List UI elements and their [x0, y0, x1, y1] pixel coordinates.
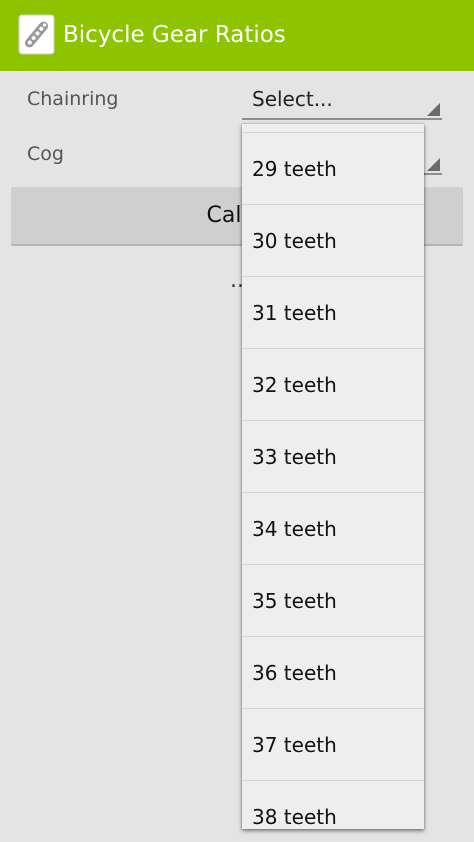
dropdown-item[interactable]: 35 teeth	[242, 564, 424, 636]
app-title: Bicycle Gear Ratios	[63, 22, 286, 48]
dropdown-item[interactable]: 31 teeth	[242, 276, 424, 348]
dropdown-item[interactable]: 36 teeth	[242, 636, 424, 708]
dropdown-item[interactable]: 30 teeth	[242, 204, 424, 276]
action-bar: Bicycle Gear Ratios	[0, 0, 474, 71]
chainring-spinner[interactable]: Select...	[242, 78, 442, 120]
dropdown-item[interactable]: 37 teeth	[242, 708, 424, 780]
chainring-selected-value: Select...	[252, 87, 333, 111]
dropdown-item[interactable]: 34 teeth	[242, 492, 424, 564]
dropdown-item[interactable]: 32 teeth	[242, 348, 424, 420]
spinner-arrow-icon	[427, 158, 440, 171]
dropdown-item[interactable]: 29 teeth	[242, 132, 424, 204]
chainring-label: Chainring	[27, 88, 119, 110]
cog-label: Cog	[27, 143, 64, 165]
dropdown-item[interactable]: 33 teeth	[242, 420, 424, 492]
bicycle-chain-icon[interactable]	[18, 14, 55, 55]
spinner-arrow-icon	[427, 103, 440, 116]
cog-dropdown-list[interactable]: 29 teeth 30 teeth 31 teeth 32 teeth 33 teeth…	[242, 124, 424, 829]
dropdown-item[interactable]: 38 teeth	[242, 780, 424, 829]
